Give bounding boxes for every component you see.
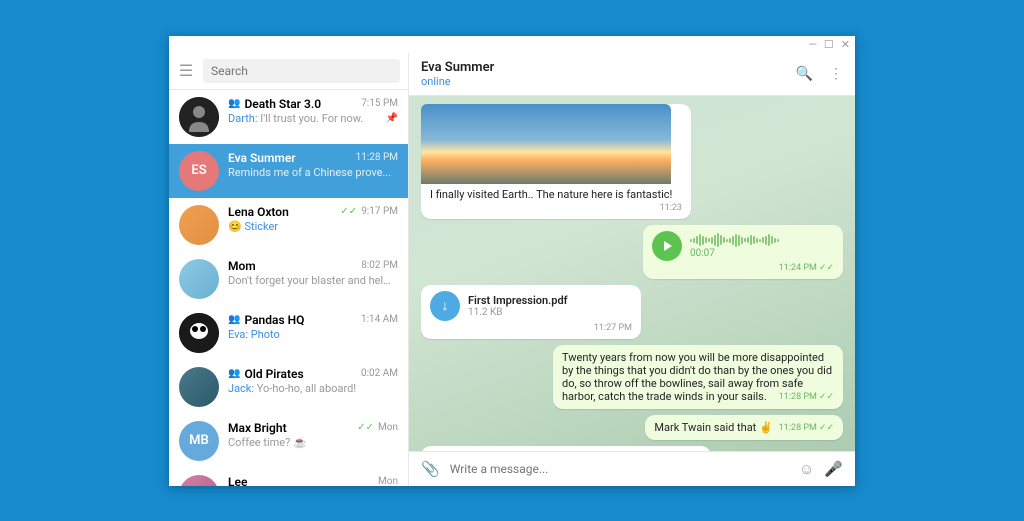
chat-name: Death Star 3.0 <box>244 97 357 111</box>
chat-time: Mon <box>378 422 398 433</box>
group-icon: 👥 <box>228 98 240 109</box>
message-time: 11:28 PM✓✓ <box>779 392 834 402</box>
chat-preview: Photo <box>248 328 280 341</box>
avatar <box>179 259 219 299</box>
message-input-bar: 📎 ☺ 🎤 <box>409 451 855 486</box>
chat-list: 👥 Death Star 3.0 7:15 PM Darth: I'll trust… <box>169 90 408 486</box>
message-input[interactable] <box>450 462 789 476</box>
close-icon[interactable]: ✕ <box>841 38 850 51</box>
read-icon: ✓✓ <box>819 263 834 273</box>
message-time: 11:28 PM✓✓ <box>779 423 834 433</box>
avatar <box>179 97 219 137</box>
chat-item[interactable]: 👥 Death Star 3.0 7:15 PM Darth: I'll trust… <box>169 90 408 144</box>
group-icon: 👥 <box>228 314 240 325</box>
avatar <box>179 367 219 407</box>
chat-preview: Reminds me of a Chinese prove... <box>228 166 398 179</box>
avatar <box>179 313 219 353</box>
file-size: 11.2 KB <box>468 307 568 318</box>
chat-time: 7:15 PM <box>361 98 398 109</box>
chat-time: 9:17 PM <box>361 206 398 217</box>
message-incoming-reply[interactable]: Mary Sue Twenty years from now you will … <box>421 446 711 451</box>
message-outgoing-voice[interactable]: 00:07 11:24 PM✓✓ <box>643 225 843 279</box>
read-icon: ✓✓ <box>819 392 834 402</box>
chat-preview: Sticker <box>244 220 398 233</box>
chat-name: Max Bright <box>228 421 353 435</box>
message-time: 11:24 PM✓✓ <box>779 263 834 273</box>
chat-name: Lee <box>228 475 374 486</box>
emoji-icon: 😊 <box>228 220 242 233</box>
download-icon[interactable]: ↓ <box>430 291 460 321</box>
chat-name: Mom <box>228 259 357 273</box>
search-icon[interactable]: 🔍 <box>796 66 813 82</box>
avatar: ES <box>179 151 219 191</box>
chat-preview: Coffee time? ☕ <box>228 436 398 449</box>
search-input[interactable] <box>203 59 400 83</box>
conversation-panel: Eva Summer online 🔍 ⋮ I finally visited … <box>409 53 855 486</box>
sender-name: Jack: <box>228 382 254 395</box>
check-icon: ✓✓ <box>340 206 357 217</box>
chat-time: 11:28 PM <box>356 152 398 163</box>
message-incoming-photo[interactable]: I finally visited Earth.. The nature her… <box>421 104 691 219</box>
chat-item-selected[interactable]: ES Eva Summer 11:28 PM Reminds me of a Ch… <box>169 144 408 198</box>
photo-attachment <box>421 104 671 184</box>
minimize-icon[interactable]: — <box>808 38 817 51</box>
chat-time: 8:02 PM <box>361 260 398 271</box>
chat-item[interactable]: 👥 Old Pirates 0:02 AM Jack: Yo-ho-ho, all … <box>169 360 408 414</box>
pin-icon: 📌 <box>386 113 398 124</box>
sidebar: ☰ 👥 Death Star 3.0 7:15 PM Darth: I'll tru… <box>169 53 409 486</box>
menu-icon[interactable]: ☰ <box>177 61 195 80</box>
chat-item[interactable]: Lena Oxton ✓✓ 9:17 PM 😊 Sticker <box>169 198 408 252</box>
message-incoming-file[interactable]: ↓ First Impression.pdf 11.2 KB 11:27 PM <box>421 285 641 339</box>
contact-name: Eva Summer <box>421 60 796 75</box>
chat-preview: Don't forget your blaster and helmet <box>228 274 398 287</box>
chat-preview: Yo-ho-ho, all aboard! <box>254 382 356 395</box>
window-controls: — ☐ ✕ <box>169 36 855 53</box>
message-outgoing[interactable]: Twenty years from now you will be more d… <box>553 345 843 409</box>
chat-time: Mon <box>378 476 398 486</box>
chat-time: 0:02 AM <box>361 368 398 379</box>
chat-name: Old Pirates <box>244 367 357 381</box>
message-list: I finally visited Earth.. The nature her… <box>409 96 855 451</box>
chat-item[interactable]: LeeMon We can call it Galaxy Star 7 ;) <box>169 468 408 486</box>
more-icon[interactable]: ⋮ <box>829 66 843 82</box>
chat-name: Eva Summer <box>228 151 352 165</box>
conversation-header: Eva Summer online 🔍 ⋮ <box>409 53 855 96</box>
sender-name: Darth: <box>228 112 258 125</box>
check-icon: ✓✓ <box>357 422 374 433</box>
emoji-icon[interactable]: ☺ <box>799 460 814 478</box>
group-icon: 👥 <box>228 368 240 379</box>
chat-item[interactable]: 👥 Pandas HQ 1:14 AM Eva: Photo <box>169 306 408 360</box>
message-text: Mark Twain said that ✌️ <box>654 421 772 434</box>
play-icon[interactable] <box>652 231 682 261</box>
avatar <box>179 205 219 245</box>
message-time: 11:27 PM <box>594 323 632 333</box>
avatar: MB <box>179 421 219 461</box>
read-icon: ✓✓ <box>819 423 834 433</box>
chat-time: 1:14 AM <box>361 314 398 325</box>
voice-duration: 00:07 <box>690 248 834 259</box>
chat-item[interactable]: Mom 8:02 PM Don't forget your blaster and… <box>169 252 408 306</box>
message-text: I finally visited Earth.. The nature her… <box>430 188 672 201</box>
sender-name: Eva: <box>228 328 248 341</box>
app-window: — ☐ ✕ ☰ 👥 Death Star 3.0 7:15 PM Darth: I'… <box>169 36 855 486</box>
chat-item[interactable]: MB Max Bright ✓✓ Mon Coffee time? ☕ <box>169 414 408 468</box>
file-name: First Impression.pdf <box>468 294 568 307</box>
avatar <box>179 475 219 486</box>
message-time: 11:23 <box>660 203 682 213</box>
chat-name: Pandas HQ <box>244 313 357 327</box>
contact-status: online <box>421 75 796 88</box>
chat-preview: I'll trust you. For now. <box>258 112 364 125</box>
mic-icon[interactable]: 🎤 <box>824 460 843 478</box>
message-outgoing[interactable]: Mark Twain said that ✌️ 11:28 PM✓✓ <box>645 415 843 440</box>
chat-name: Lena Oxton <box>228 205 336 219</box>
attach-icon[interactable]: 📎 <box>421 460 440 478</box>
maximize-icon[interactable]: ☐ <box>824 38 834 51</box>
waveform <box>690 232 834 248</box>
